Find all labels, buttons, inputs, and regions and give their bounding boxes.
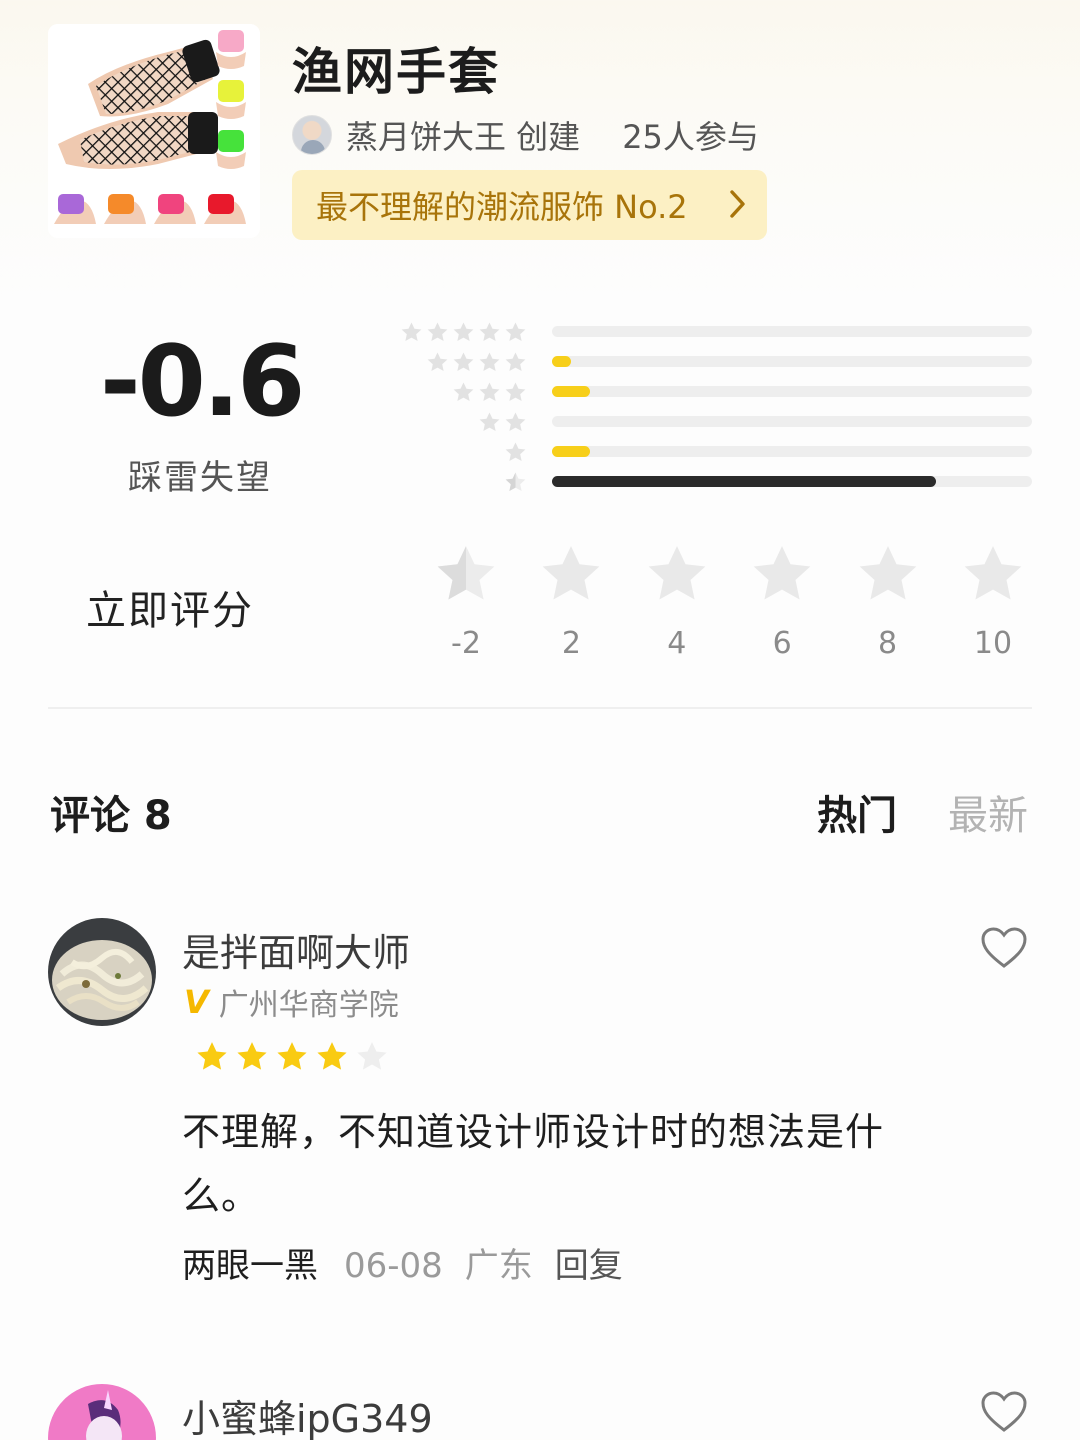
star-icon	[859, 546, 916, 600]
school-name: 广州华商学院	[218, 988, 399, 1023]
comment-tag: 两眼一黑	[182, 1246, 318, 1286]
creator-row[interactable]: 蒸月饼大王 创建 25人参与	[292, 112, 759, 158]
star-filled-icon	[277, 1042, 307, 1070]
half-star-icon	[437, 546, 495, 600]
fishnet-gloves-picture	[48, 24, 260, 238]
rate-option-value: 2	[561, 626, 581, 661]
participant-count: 25人参与	[622, 118, 759, 156]
distribution-stars	[426, 347, 527, 377]
rate-option-value: -2	[451, 626, 481, 661]
comment-username[interactable]: 是拌面啊大师	[182, 922, 410, 977]
creator-avatar[interactable]	[292, 115, 332, 155]
avatar[interactable]	[48, 918, 156, 1026]
distribution-stars	[400, 317, 527, 347]
comment-location: 广东	[464, 1246, 533, 1286]
distribution-bar	[552, 476, 1032, 487]
distribution-bar	[552, 386, 1032, 397]
star-filled-icon	[197, 1042, 227, 1070]
tab-newest[interactable]: 最新	[948, 783, 1028, 841]
distribution-bar-fill	[552, 356, 572, 367]
star-icon	[427, 351, 448, 371]
star-icon	[479, 411, 500, 431]
distribution-bar-fill	[552, 446, 591, 457]
distribution-bar	[552, 326, 1032, 337]
star-icon	[479, 381, 500, 401]
tab-hot[interactable]: 热门	[817, 783, 897, 841]
distribution-bar	[552, 446, 1032, 457]
distribution-bar	[552, 356, 1032, 367]
star-icon	[505, 441, 526, 461]
rate-option[interactable]: 8	[848, 542, 928, 661]
star-icon	[753, 546, 811, 600]
comment-date: 06-08	[344, 1246, 443, 1286]
rate-option-value: 4	[667, 626, 687, 661]
star-icon	[479, 351, 500, 371]
distribution-bar-fill	[552, 386, 591, 397]
distribution-row	[395, 347, 1035, 377]
star-icon	[401, 321, 422, 341]
star-icon	[648, 546, 706, 600]
comment-meta: 两眼一黑 06-08 广东 回复	[182, 1238, 623, 1287]
rate-option-value: 6	[772, 626, 792, 661]
comments-count: 评论 8	[50, 793, 172, 839]
star-icon	[505, 321, 526, 341]
ranking-badge-label: 最不理解的潮流服饰 No.2	[316, 188, 688, 226]
star-icon	[453, 381, 474, 401]
ranking-badge[interactable]: 最不理解的潮流服饰 No.2	[292, 170, 767, 240]
product-image[interactable]	[48, 24, 260, 238]
star-icon	[543, 546, 600, 600]
star-icon	[505, 411, 526, 431]
verified-badge: V	[184, 983, 209, 1021]
rate-option-value: 10	[973, 626, 1013, 661]
distribution-row	[395, 467, 1035, 497]
page-title: 渔网手套	[292, 43, 500, 101]
star-icon	[479, 321, 500, 341]
rate-option[interactable]: 4	[637, 542, 717, 661]
noodles-avatar-picture	[48, 918, 156, 1026]
star-icon	[505, 351, 526, 371]
star-icon	[505, 381, 526, 401]
distribution-bar	[552, 416, 1032, 427]
comment-rating-stars	[195, 1040, 389, 1074]
star-filled-icon	[237, 1042, 267, 1070]
rate-option-value: 8	[878, 626, 898, 661]
reply-button[interactable]: 回复	[555, 1238, 623, 1287]
distribution-row	[395, 317, 1035, 347]
star-empty-icon	[357, 1042, 387, 1070]
star-icon	[453, 321, 474, 341]
distribution-stars	[504, 437, 527, 467]
distribution-row	[395, 407, 1035, 437]
pony-avatar-picture	[48, 1384, 156, 1440]
rate-option[interactable]: 6	[742, 542, 822, 661]
star-icon	[453, 351, 474, 371]
like-heart-icon[interactable]	[980, 926, 1028, 970]
star-icon	[964, 546, 1022, 600]
rate-option[interactable]: -2	[426, 542, 506, 661]
rate-option[interactable]: 2	[531, 542, 611, 661]
star-filled-icon	[317, 1042, 347, 1070]
distribution-stars	[452, 377, 527, 407]
half-star-icon	[505, 471, 526, 491]
like-heart-icon[interactable]	[980, 1390, 1028, 1434]
distribution-row	[395, 437, 1035, 467]
distribution-bar-fill	[552, 476, 936, 487]
distribution-stars	[504, 467, 527, 497]
divider	[48, 707, 1032, 709]
creator-name[interactable]: 蒸月饼大王 创建	[346, 112, 580, 158]
distribution-row	[395, 377, 1035, 407]
comment-username[interactable]: 小蜜蜂ipG349	[182, 1388, 433, 1440]
star-icon	[427, 321, 448, 341]
avatar[interactable]	[48, 1384, 156, 1440]
chevron-right-icon	[730, 190, 745, 218]
comment-school: V 广州华商学院	[184, 980, 399, 1024]
rate-option[interactable]: 10	[953, 542, 1033, 661]
distribution-stars	[478, 407, 527, 437]
average-score: -0.6	[100, 325, 305, 439]
score-verdict: 踩雷失望	[128, 458, 272, 498]
rate-now-label: 立即评分	[86, 588, 254, 634]
comment-text: 不理解，不知道设计师设计时的想法是什么。	[182, 1110, 885, 1218]
